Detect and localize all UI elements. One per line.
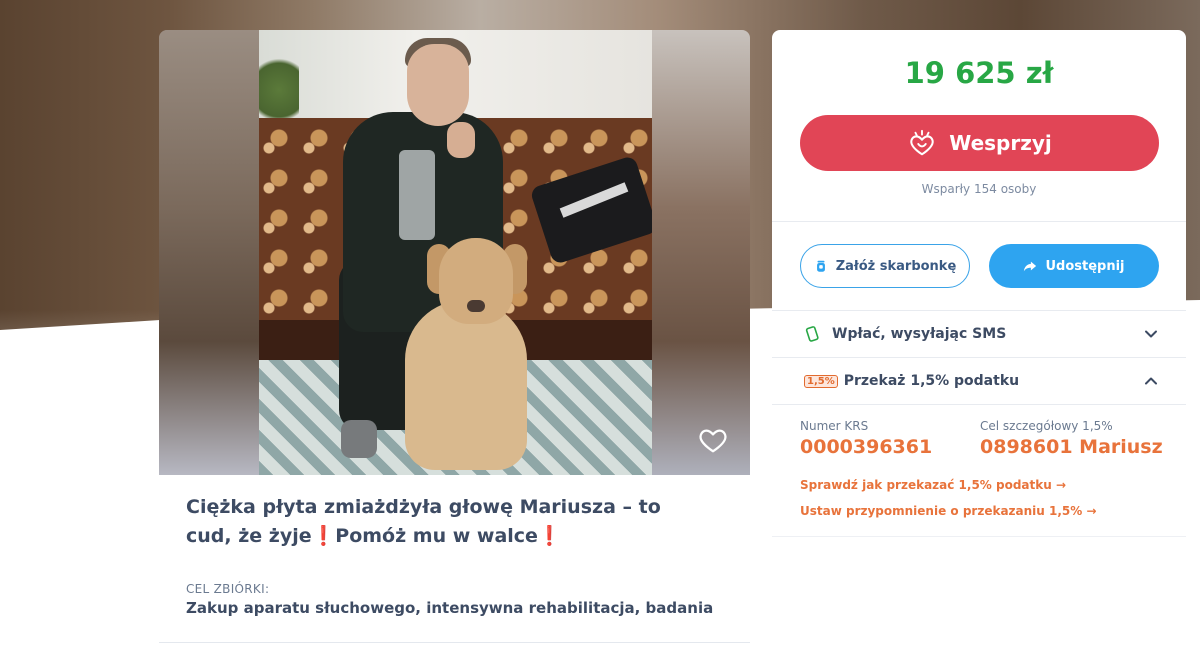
sms-payment-row[interactable]: Wpłać, wysyłając SMS (772, 311, 1186, 357)
arrow-right-icon: → (1086, 504, 1097, 518)
tax-reminder-link-text: Ustaw przypomnienie o przekazaniu 1,5% (800, 504, 1083, 518)
support-button-label: Wesprzyj (949, 131, 1052, 155)
tax-percent-badge: 1,5% (804, 374, 838, 388)
support-button[interactable]: Wesprzyj (800, 115, 1159, 171)
tax-details: Numer KRS 0000396361 Cel szczegółowy 1,5… (772, 405, 1186, 540)
photo-person-head (407, 44, 469, 126)
divider (772, 536, 1186, 537)
photo-blur-right (652, 30, 750, 475)
piggy-button-label: Załóż skarbonkę (835, 258, 957, 274)
chevron-down-icon (1145, 330, 1157, 338)
photo-person-sock (341, 420, 377, 458)
campaign-photo (159, 30, 750, 475)
tax-transfer-label: Przekaż 1,5% podatku (843, 373, 1020, 389)
photo-person-shirt (399, 150, 435, 240)
photo-main (259, 30, 652, 475)
goal-text: Zakup aparatu słuchowego, intensywna reh… (186, 599, 714, 617)
divider (159, 642, 750, 643)
photo-blur-left (159, 30, 259, 475)
chevron-up-icon (1145, 377, 1157, 385)
tax-reminder-link[interactable]: Ustaw przypomnienie o przekazaniu 1,5% → (800, 504, 1097, 518)
amount-raised: 19 625 zł (904, 56, 1054, 90)
favorite-heart-icon[interactable] (698, 425, 728, 455)
share-arrow-icon (1024, 261, 1037, 272)
campaign-title: Ciężka płyta zmiażdżyła głowę Mariusza –… (186, 496, 661, 547)
share-button[interactable]: Udostępnij (989, 244, 1159, 288)
krs-value: 0000396361 (800, 436, 933, 458)
divider (772, 221, 1186, 222)
sms-payment-label: Wpłać, wysyłając SMS (832, 326, 1007, 342)
arrow-right-icon: → (1055, 478, 1067, 492)
phone-icon (805, 326, 819, 342)
photo-dog-body (405, 300, 527, 470)
photo-person-hand (447, 122, 475, 158)
tax-transfer-row[interactable]: 1,5% Przekaż 1,5% podatku (772, 358, 1186, 404)
donation-panel: 19 625 zł Wesprzyj Wsparły 154 osoby Zał… (772, 30, 1186, 540)
supporters-count: Wsparły 154 osoby (921, 182, 1037, 196)
create-piggybank-button[interactable]: Załóż skarbonkę (800, 244, 970, 288)
photo-dog-nose (467, 300, 485, 312)
specific-goal-label: Cel szczegółowy 1,5% (980, 419, 1113, 433)
page: Ciężka płyta zmiażdżyła głowę Mariusza –… (0, 0, 1200, 646)
jar-icon (816, 260, 825, 272)
goal-label: CEL ZBIÓRKI: (186, 582, 270, 596)
krs-label: Numer KRS (800, 419, 869, 433)
share-button-label: Udostępnij (1045, 258, 1125, 274)
heart-hand-icon (910, 129, 934, 156)
tax-howto-link-text: Sprawdź jak przekazać 1,5% podatku (800, 478, 1052, 492)
tax-howto-link[interactable]: Sprawdź jak przekazać 1,5% podatku → (800, 478, 1066, 492)
specific-goal-value: 0898601 Mariusz (980, 436, 1163, 458)
